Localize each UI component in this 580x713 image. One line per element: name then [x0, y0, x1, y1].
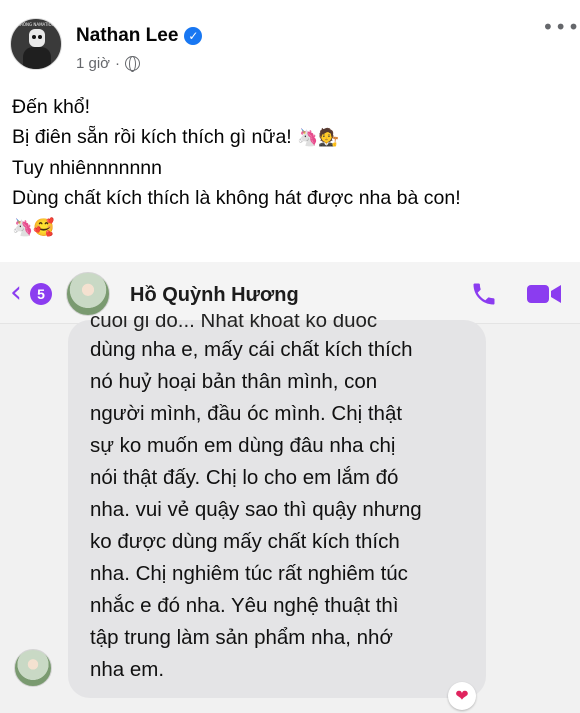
- globe-icon: [125, 56, 141, 72]
- message-line: nha. Chị nghiêm túc rất nghiêm túc: [90, 562, 408, 585]
- post-line-with-emoji: Bị điên sẵn rồi kích thích gì nữa! 🦄🧑‍⚖️: [12, 122, 461, 153]
- avatar-caption: KHÔNG NAMATION: [17, 22, 55, 27]
- message-line: sự ko muốn em dùng đâu nha chị: [90, 434, 396, 457]
- message-line-cut: cuoi gi do... Nhat khoat ko duoc: [90, 314, 378, 332]
- message-line: nói thật đấy. Chị lo cho em lắm đó: [90, 466, 399, 489]
- contact-name: Hồ Quỳnh Hương: [130, 284, 299, 306]
- author-avatar[interactable]: KHÔNG NAMATION: [10, 18, 62, 70]
- message-line: nó huỷ hoại bản thân mình, con: [90, 370, 378, 393]
- author-name-row: Nathan Lee ✓: [76, 25, 203, 47]
- heart-reaction-icon[interactable]: ❤: [448, 682, 476, 710]
- messenger-screenshot[interactable]: ‹ 5 Hồ Quỳnh Hương cuoi gi do... Nhat kh…: [0, 262, 580, 713]
- post-line: Tuy nhiênnnnnnn: [12, 157, 162, 179]
- message-line: nha. vui vẻ quậy sao thì quậy nhưng: [90, 498, 422, 521]
- contact-avatar: [66, 272, 110, 316]
- message-line: tập trung làm sản phẩm nha, nhớ: [90, 626, 393, 649]
- post-text: Đến khổ! Bị điên sẵn rồi kích thích gì n…: [12, 92, 461, 243]
- video-call-icon[interactable]: [526, 282, 562, 306]
- message-line: nhắc e đó nha. Yêu nghệ thuật thì: [90, 594, 399, 617]
- author-name[interactable]: Nathan Lee: [76, 25, 178, 47]
- post-line: Dùng chất kích thích là không hát được n…: [12, 187, 461, 209]
- message-line: ko được dùng mấy chất kích thích: [90, 530, 400, 553]
- meta-separator: ·: [115, 55, 121, 72]
- message-text: cuoi gi do... Nhat khoat ko duoc dùng nh…: [90, 314, 480, 686]
- sender-avatar: [14, 649, 52, 687]
- post-line: Bị điên sẵn rồi kích thích gì nữa!: [12, 126, 292, 148]
- message-line: người mình, đầu óc mình. Chị thật: [90, 402, 403, 425]
- post-timestamp[interactable]: 1 giờ: [76, 55, 110, 72]
- back-chevron-icon[interactable]: ‹: [10, 278, 22, 308]
- phone-call-icon[interactable]: [470, 280, 498, 308]
- post-line: Đến khổ!: [12, 96, 91, 118]
- facebook-post: KHÔNG NAMATION Nathan Lee ✓ 1 giờ · ••• …: [0, 0, 580, 262]
- message-line: dùng nha e, mấy cái chất kích thích: [90, 338, 413, 361]
- verified-badge-icon: ✓: [184, 27, 203, 45]
- unread-count-badge: 5: [30, 283, 52, 305]
- avatar-body: [23, 47, 51, 69]
- emoji-unicorn-judge: 🦄🧑‍⚖️: [297, 128, 340, 148]
- post-meta: 1 giờ ·: [76, 55, 141, 72]
- message-line: nha em.: [90, 658, 165, 681]
- emoji-unicorn-smile: 🦄🥰: [12, 218, 55, 238]
- more-options-button[interactable]: •••: [542, 17, 579, 40]
- avatar-face: [29, 29, 45, 47]
